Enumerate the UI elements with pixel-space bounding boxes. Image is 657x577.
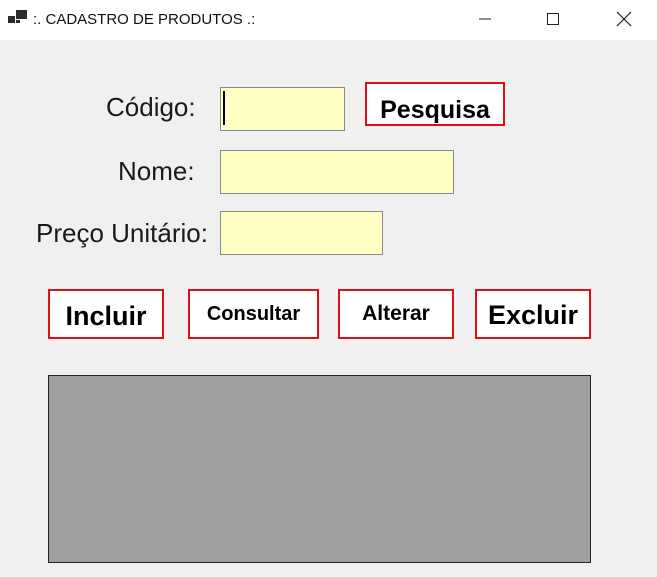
products-data-grid[interactable] <box>48 375 591 563</box>
codigo-label: Código: <box>106 92 196 122</box>
maximize-button[interactable] <box>530 0 576 38</box>
preco-unitario-input[interactable] <box>220 211 383 255</box>
alterar-button[interactable]: Alterar <box>338 289 454 339</box>
close-button[interactable] <box>601 0 647 38</box>
minimize-button[interactable] <box>462 0 508 38</box>
nome-label: Nome: <box>118 156 195 186</box>
preco-unitario-label: Preço Unitário: <box>36 218 208 248</box>
excluir-button[interactable]: Excluir <box>475 289 591 339</box>
codigo-field-wrap <box>220 87 345 131</box>
text-caret <box>223 91 225 125</box>
app-form-icon <box>8 10 27 23</box>
incluir-button[interactable]: Incluir <box>48 289 164 339</box>
nome-input[interactable] <box>220 150 454 194</box>
consultar-button[interactable]: Consultar <box>188 289 319 339</box>
close-icon <box>616 11 632 27</box>
window-title: :. CADASTRO DE PRODUTOS .: <box>33 11 256 28</box>
codigo-input[interactable] <box>220 87 345 131</box>
minimize-icon <box>479 18 491 20</box>
title-bar: :. CADASTRO DE PRODUTOS .: <box>0 0 657 40</box>
pesquisa-button[interactable]: Pesquisa <box>365 82 505 126</box>
maximize-icon <box>547 13 559 25</box>
